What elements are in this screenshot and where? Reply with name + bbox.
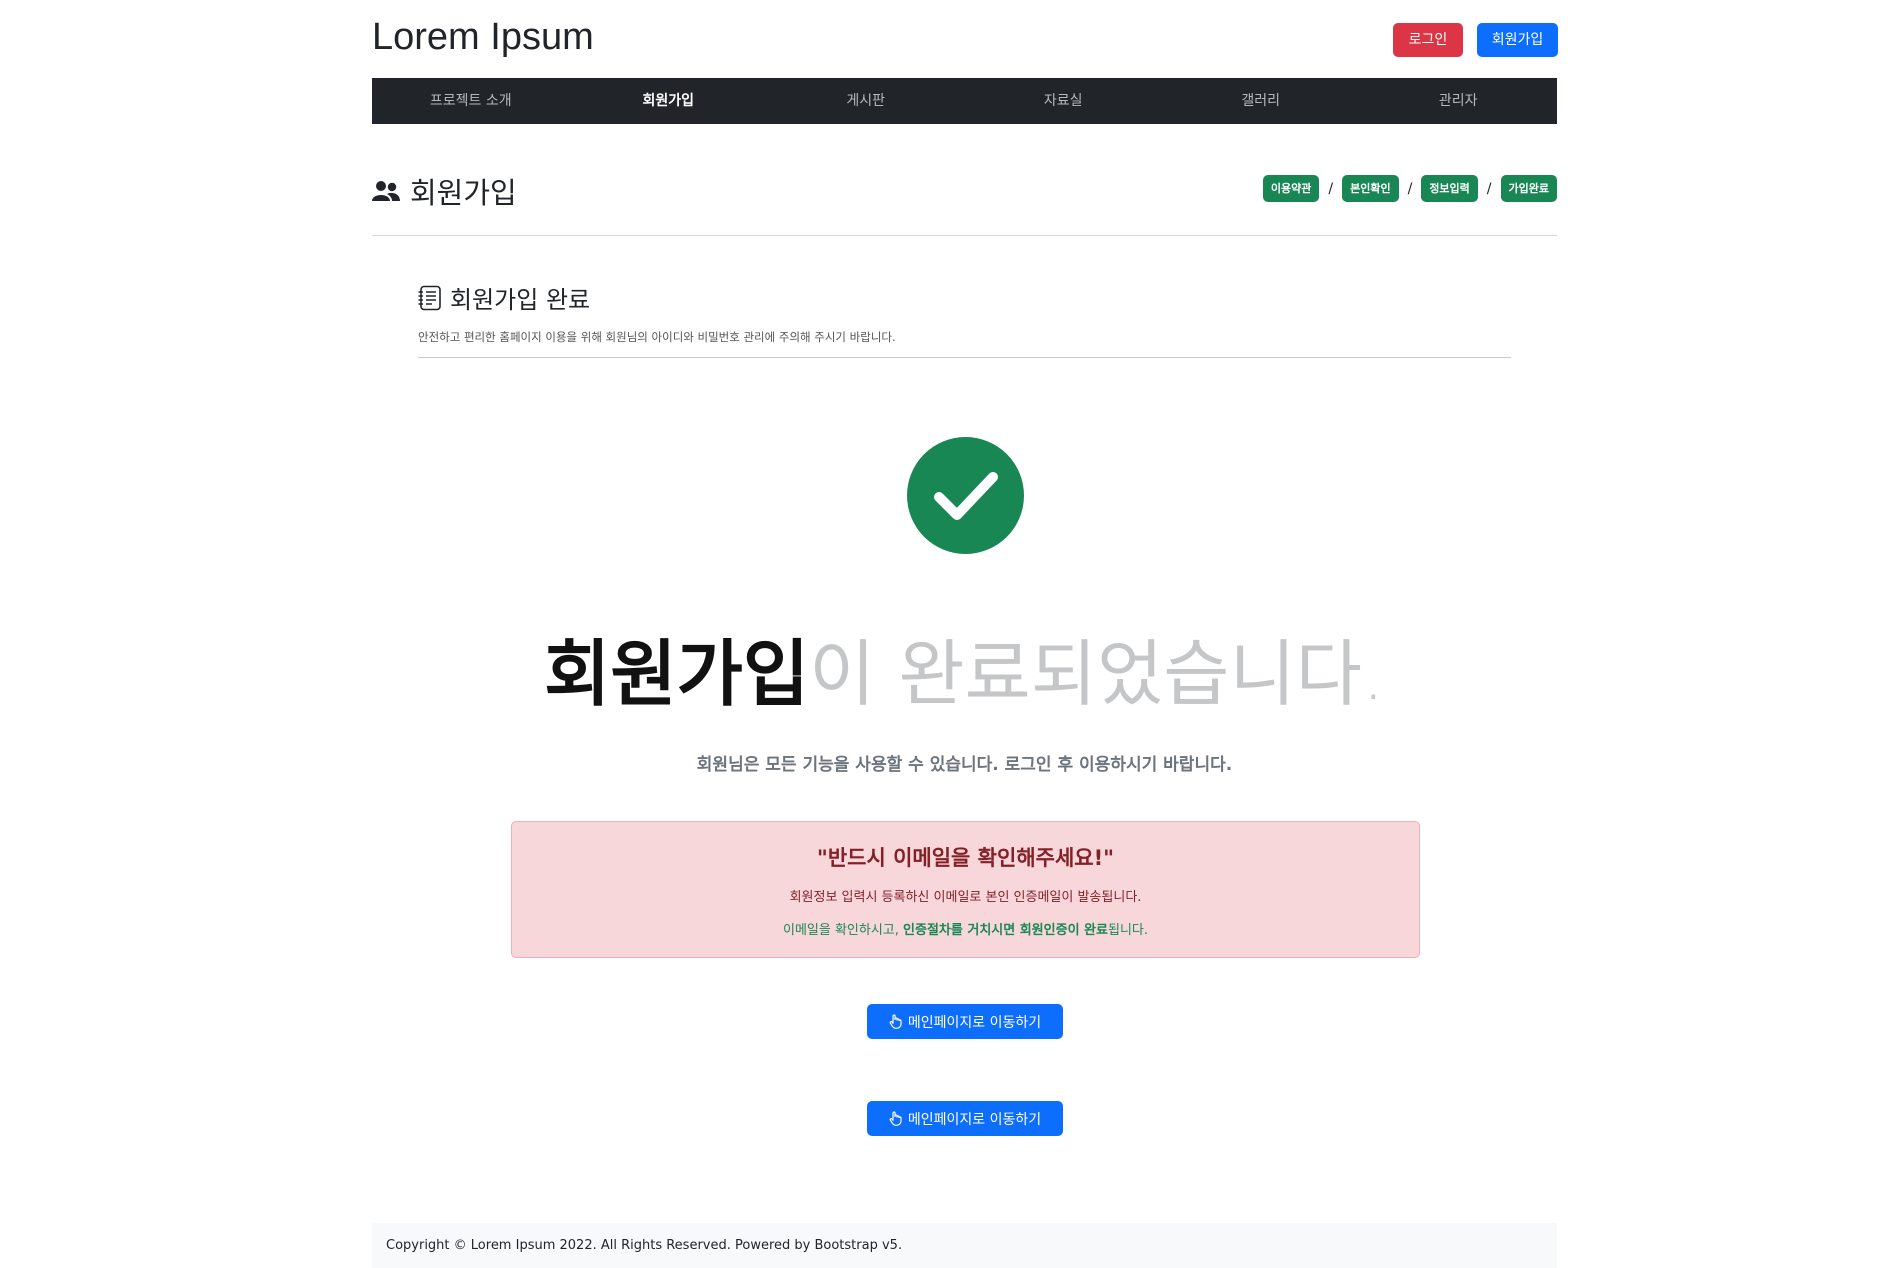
- alert-title: "반드시 이메일을 확인해주세요!": [816, 846, 1115, 870]
- alert-line-2-bold: 인증절차를 거치시면 회원인증이 완료: [903, 923, 1108, 938]
- completion-headline: 회원가입이 완료되었습니다.: [372, 615, 1557, 720]
- join-button[interactable]: 회원가입: [1477, 23, 1558, 57]
- login-button[interactable]: 로그인: [1393, 23, 1463, 57]
- alert-line-1: 회원정보 입력시 등록하신 이메일로 본인 인증메일이 발송됩니다.: [789, 890, 1142, 905]
- site-header: Lorem Ipsum 로그인 회원가입: [372, 0, 1558, 78]
- step-info: 정보입력: [1421, 175, 1478, 202]
- section-description: 안전하고 편리한 홈페이지 이용을 위해 회원님의 아이디와 비밀번호 관리에 …: [418, 330, 896, 344]
- page-title: 회원가입: [372, 170, 517, 212]
- step-separator: /: [1328, 180, 1334, 197]
- join-steps: 이용약관 / 본인확인 / 정보입력 / 가입완료: [1262, 175, 1557, 202]
- nav-item-gallery[interactable]: 갤러리: [1162, 78, 1360, 124]
- page-header: 회원가입 이용약관 / 본인확인 / 정보입력 / 가입완료: [372, 160, 1557, 236]
- nav-item-project[interactable]: 프로젝트 소개: [372, 78, 570, 124]
- nav-item-board[interactable]: 게시판: [767, 78, 965, 124]
- alert-line-2: 이메일을 확인하시고, 인증절차를 거치시면 회원인증이 완료됩니다.: [512, 919, 1419, 938]
- headline-bold: 회원가입: [544, 632, 810, 716]
- users-icon: [372, 181, 400, 201]
- section-title: 회원가입 완료: [418, 280, 1511, 315]
- step-separator: /: [1407, 180, 1413, 197]
- alert-line-2-prefix: 이메일을 확인하시고,: [782, 923, 904, 938]
- hand-pointer-icon: [889, 1111, 902, 1126]
- email-alert: "반드시 이메일을 확인해주세요!" 회원정보 입력시 등록하신 이메일로 본인…: [511, 821, 1420, 958]
- alert-line-2-suffix: 됩니다.: [1107, 923, 1148, 938]
- section-title-text: 회원가입 완료: [450, 286, 591, 314]
- hand-pointer-icon: [889, 1014, 902, 1029]
- page-title-text: 회원가입: [410, 176, 517, 210]
- go-main-button-2[interactable]: 메인페이지로 이동하기: [867, 1101, 1063, 1136]
- document-list-icon: [418, 285, 441, 310]
- go-main-label-2: 메인페이지로 이동하기: [907, 1111, 1042, 1128]
- section-header: 회원가입 완료 안전하고 편리한 홈페이지 이용을 위해 회원님의 아이디와 비…: [418, 280, 1511, 358]
- step-complete: 가입완료: [1500, 175, 1557, 202]
- site-title[interactable]: Lorem Ipsum: [372, 16, 594, 59]
- nav-item-admin[interactable]: 관리자: [1360, 78, 1558, 124]
- go-main-button[interactable]: 메인페이지로 이동하기: [867, 1004, 1063, 1039]
- nav-item-archive[interactable]: 자료실: [965, 78, 1163, 124]
- step-verify: 본인확인: [1342, 175, 1399, 202]
- step-terms: 이용약관: [1262, 175, 1320, 202]
- check-circle-icon: [907, 437, 1024, 554]
- go-main-label: 메인페이지로 이동하기: [907, 1014, 1042, 1031]
- step-separator: /: [1486, 180, 1492, 197]
- headline-light: 이 완료되었습니다.: [809, 632, 1385, 716]
- main-nav: 프로젝트 소개 회원가입 게시판 자료실 갤러리 관리자: [372, 78, 1557, 124]
- nav-item-join[interactable]: 회원가입: [570, 78, 768, 124]
- page-container: Lorem Ipsum 로그인 회원가입 프로젝트 소개 회원가입 게시판 자료…: [372, 0, 1558, 1268]
- site-footer: Copyright © Lorem Ipsum 2022. All Rights…: [372, 1223, 1557, 1268]
- completion-subtext: 회원님은 모든 기능을 사용할 수 있습니다. 로그인 후 이용하시기 바랍니다…: [696, 755, 1233, 775]
